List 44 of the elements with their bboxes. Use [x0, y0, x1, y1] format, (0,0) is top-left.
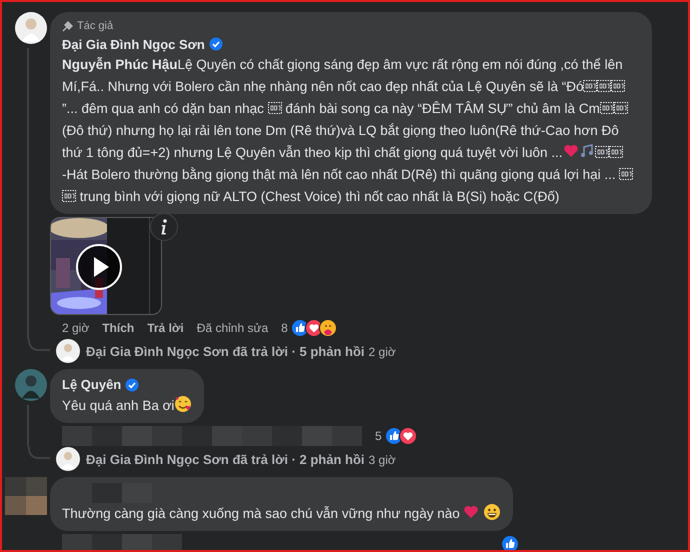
- reaction-count[interactable]: 8: [281, 319, 288, 337]
- object-placeholder-icon: [583, 80, 598, 92]
- view-replies-link[interactable]: Đại Gia Đình Ngọc Sơn đã trả lời · 2 phản hồi: [86, 450, 365, 469]
- edited-label: Đã chỉnh sửa: [196, 320, 268, 337]
- play-icon[interactable]: [75, 243, 123, 291]
- music-notes-icon: [578, 143, 595, 159]
- object-placeholder-icon: [619, 168, 634, 180]
- comment-text: Thường càng già càng xuống mà sao chú vẫn vững như ngày nào: [62, 502, 502, 524]
- video-thumbnail[interactable]: [50, 217, 162, 315]
- author-label: Tác giả: [77, 19, 114, 34]
- action-link[interactable]: Trả lời: [147, 319, 184, 337]
- thread-connector: [28, 339, 50, 351]
- love-reaction-icon[interactable]: [398, 426, 417, 444]
- timestamp: 3 giờ: [368, 452, 396, 468]
- object-placeholder-icon: [600, 102, 614, 114]
- microphone-icon: [62, 20, 73, 32]
- object-placeholder-icon: [611, 80, 626, 92]
- thread-connector: [28, 446, 50, 458]
- reaction-count[interactable]: 5: [375, 426, 382, 444]
- author-name[interactable]: Đại Gia Đình Ngọc Sơn: [62, 34, 205, 54]
- object-placeholder-icon: [268, 102, 282, 114]
- object-placeholder-icon: [614, 102, 628, 114]
- avatar[interactable]: [15, 12, 47, 44]
- author-name[interactable]: Lệ Quyên: [62, 375, 122, 394]
- timestamp: 2 giờ: [368, 344, 396, 361]
- action-link[interactable]: Thích: [102, 319, 134, 337]
- heart-icon: [463, 504, 480, 520]
- object-placeholder-icon: [597, 80, 612, 92]
- heart-icon: [562, 143, 579, 159]
- view-replies-link[interactable]: Đại Gia Đình Ngọc Sơn đã trả lời · 5 phản hồi: [86, 342, 365, 362]
- like-reaction-icon[interactable]: [501, 534, 519, 550]
- comment-text: Yêu quá anh Ba ơi: [62, 394, 192, 416]
- comment-text: -Hát Bolero thường bằng giọng thật mà lên nốt cao nhất D(Rê) thì quãng giọng quá lợi hại ... trung bình với giọng nữ ALTO (Chest Voice) thì nốt cao nhất là B(Si) hoặc C(Đố): [62, 164, 640, 208]
- object-placeholder-icon: [62, 190, 76, 202]
- grinning-face-icon: [483, 502, 502, 520]
- info-icon[interactable]: [150, 213, 178, 241]
- avatar[interactable]: [56, 339, 80, 363]
- hug-reaction-icon[interactable]: [318, 319, 337, 337]
- avatar[interactable]: [56, 446, 80, 470]
- comment-text: Nguyễn Phúc HậuLệ Quyên có chất giọng sáng đẹp âm vực rất rộng em nói đúng ,có thể lên Mí,Fá.. Nhưng với Bolero cần nhẹ nhàng nên nốt cao đẹp nhất của Lệ Quyên sẽ là “Đó ”... đêm qua anh có dặn ban nhạc đánh bài song ca này “ĐÊM TÂM SỰ” chủ âm là Cm (Đô thứ) nhưng họ lại rải lên tone Dm (Rê thứ)và LQ bắt giọng theo luôn(Rê thứ-Cao hơn Đô thứ 1 tông đủ=+2) nhưng Lệ Quyên vẫn theo kịp thì chất giọng quá tuyệt vời luôn ...: [62, 54, 640, 164]
- object-placeholder-icon: [608, 146, 623, 158]
- object-placeholder-icon: [594, 146, 609, 158]
- timestamp[interactable]: 2 giờ: [62, 319, 90, 337]
- smiling-face-hearts-icon: [174, 394, 192, 412]
